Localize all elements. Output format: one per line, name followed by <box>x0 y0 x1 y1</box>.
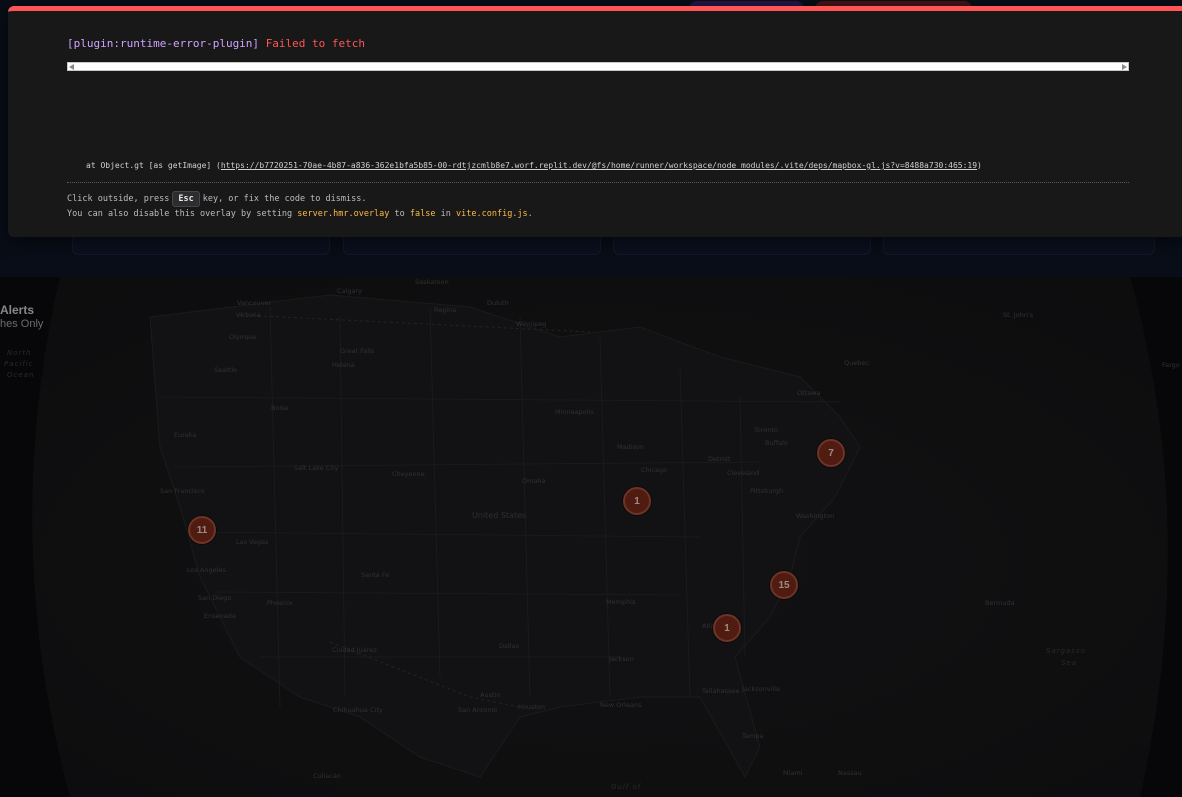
tip-setting-name: server.hmr.overlay <box>297 209 390 219</box>
error-stack-frame: at Object.gt [as getImage] (https://b772… <box>86 161 982 170</box>
error-message: [plugin:runtime-error-plugin] Failed to … <box>67 37 365 50</box>
dismiss-tip: Click outside, press Esc key, or fix the c… <box>67 191 366 207</box>
scroll-right-icon[interactable] <box>1122 64 1127 70</box>
tip-text-2a: You can also disable this overlay by set… <box>67 209 293 219</box>
stack-file-link[interactable]: https://b7720251-70ae-4b87-a836-362e1bfa… <box>221 161 977 170</box>
tip-setting-value: false <box>409 209 436 219</box>
error-text: Failed to fetch <box>265 37 366 50</box>
scroll-left-icon[interactable] <box>69 64 74 70</box>
tip-text-2c: in <box>440 209 451 219</box>
tip-text-1a: Click outside, press <box>67 194 170 204</box>
stack-suffix: ) <box>977 161 982 170</box>
error-plugin-name: [plugin:runtime-error-plugin] <box>67 37 260 50</box>
disable-overlay-tip: You can also disable this overlay by set… <box>67 209 533 219</box>
vite-error-overlay: [plugin:runtime-error-plugin] Failed to … <box>8 6 1182 237</box>
tip-config-file: vite.config.js <box>456 209 528 219</box>
stack-prefix: at Object.gt [as getImage] ( <box>86 161 221 170</box>
tip-text-2d: . <box>527 209 533 219</box>
esc-key-badge: Esc <box>172 191 200 207</box>
horizontal-scrollbar[interactable] <box>67 62 1129 71</box>
overlay-divider <box>67 182 1129 183</box>
tip-text-1b: key, or fix the code to dismiss. <box>202 194 367 204</box>
tip-text-2b: to <box>394 209 405 219</box>
